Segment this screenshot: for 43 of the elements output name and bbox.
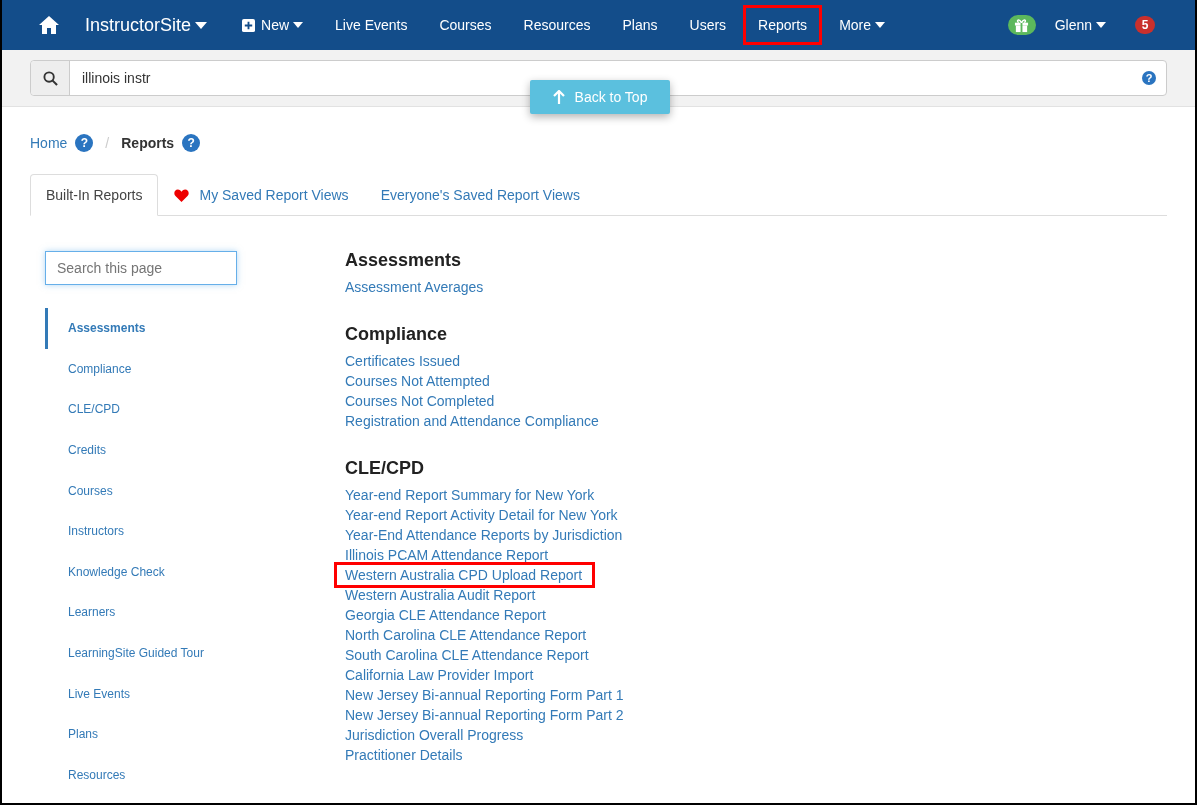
tab[interactable]: Built-In Reports (30, 174, 159, 216)
sidebar-item[interactable]: Courses (45, 470, 113, 511)
sidebar-item[interactable]: Instructors (45, 510, 124, 552)
section-heading: CLE/CPD (345, 458, 424, 479)
sidebar-item[interactable]: Compliance (45, 348, 132, 390)
help-icon[interactable]: ? (75, 134, 94, 152)
sidebar-item[interactable]: Assessments (45, 308, 146, 349)
breadcrumb-separator: / (105, 135, 110, 151)
gift-icon[interactable] (1007, 15, 1036, 35)
tab[interactable]: My Saved Report Views (158, 174, 365, 216)
breadcrumb-link[interactable]: Home (30, 135, 68, 151)
nav-link[interactable]: Courses (424, 5, 507, 45)
arrow-up-icon (552, 90, 565, 104)
section-heading: Assessments (345, 250, 462, 271)
sidebar-item[interactable]: Knowledge Check (45, 551, 165, 593)
help-icon[interactable]: ? (1142, 71, 1156, 85)
plus-icon (242, 18, 256, 32)
report-link[interactable]: Western Australia CPD Upload Report (334, 562, 596, 588)
help-icon[interactable]: ? (182, 134, 201, 152)
sidebar-item[interactable]: Credits (45, 429, 106, 471)
sidebar-item[interactable]: Live Events (45, 673, 131, 714)
nav-link[interactable]: Resources (508, 5, 606, 45)
home-icon[interactable] (39, 16, 59, 34)
sidebar-item[interactable]: CLE/CPD (45, 389, 120, 430)
sidebar-item[interactable]: Resources (45, 754, 126, 796)
breadcrumb-link[interactable]: Reports (121, 135, 175, 151)
sidebar-item[interactable]: Plans (45, 713, 99, 755)
notification-count[interactable]: 5 (1135, 16, 1155, 34)
more-menu[interactable]: More (824, 5, 901, 45)
nav-link[interactable]: Live Events (320, 5, 423, 45)
section-heading: Compliance (345, 324, 448, 345)
search-icon[interactable] (31, 61, 70, 95)
brand-menu[interactable]: InstructorSite (85, 14, 208, 36)
user-menu[interactable]: Glenn (1039, 5, 1121, 45)
new-menu[interactable]: New (227, 5, 319, 45)
nav-link[interactable]: Reports (743, 5, 823, 45)
page-search-field[interactable]: Search this page (45, 251, 237, 285)
tab[interactable]: Everyone's Saved Report Views (364, 174, 596, 216)
nav-link[interactable]: Users (674, 5, 742, 45)
sidebar-item[interactable]: Learners (45, 592, 116, 633)
report-link[interactable]: Assessment Averages (334, 274, 497, 300)
sidebar-item[interactable]: LearningSite Guided Tour (45, 632, 204, 674)
nav-link[interactable]: Plans (607, 5, 673, 45)
